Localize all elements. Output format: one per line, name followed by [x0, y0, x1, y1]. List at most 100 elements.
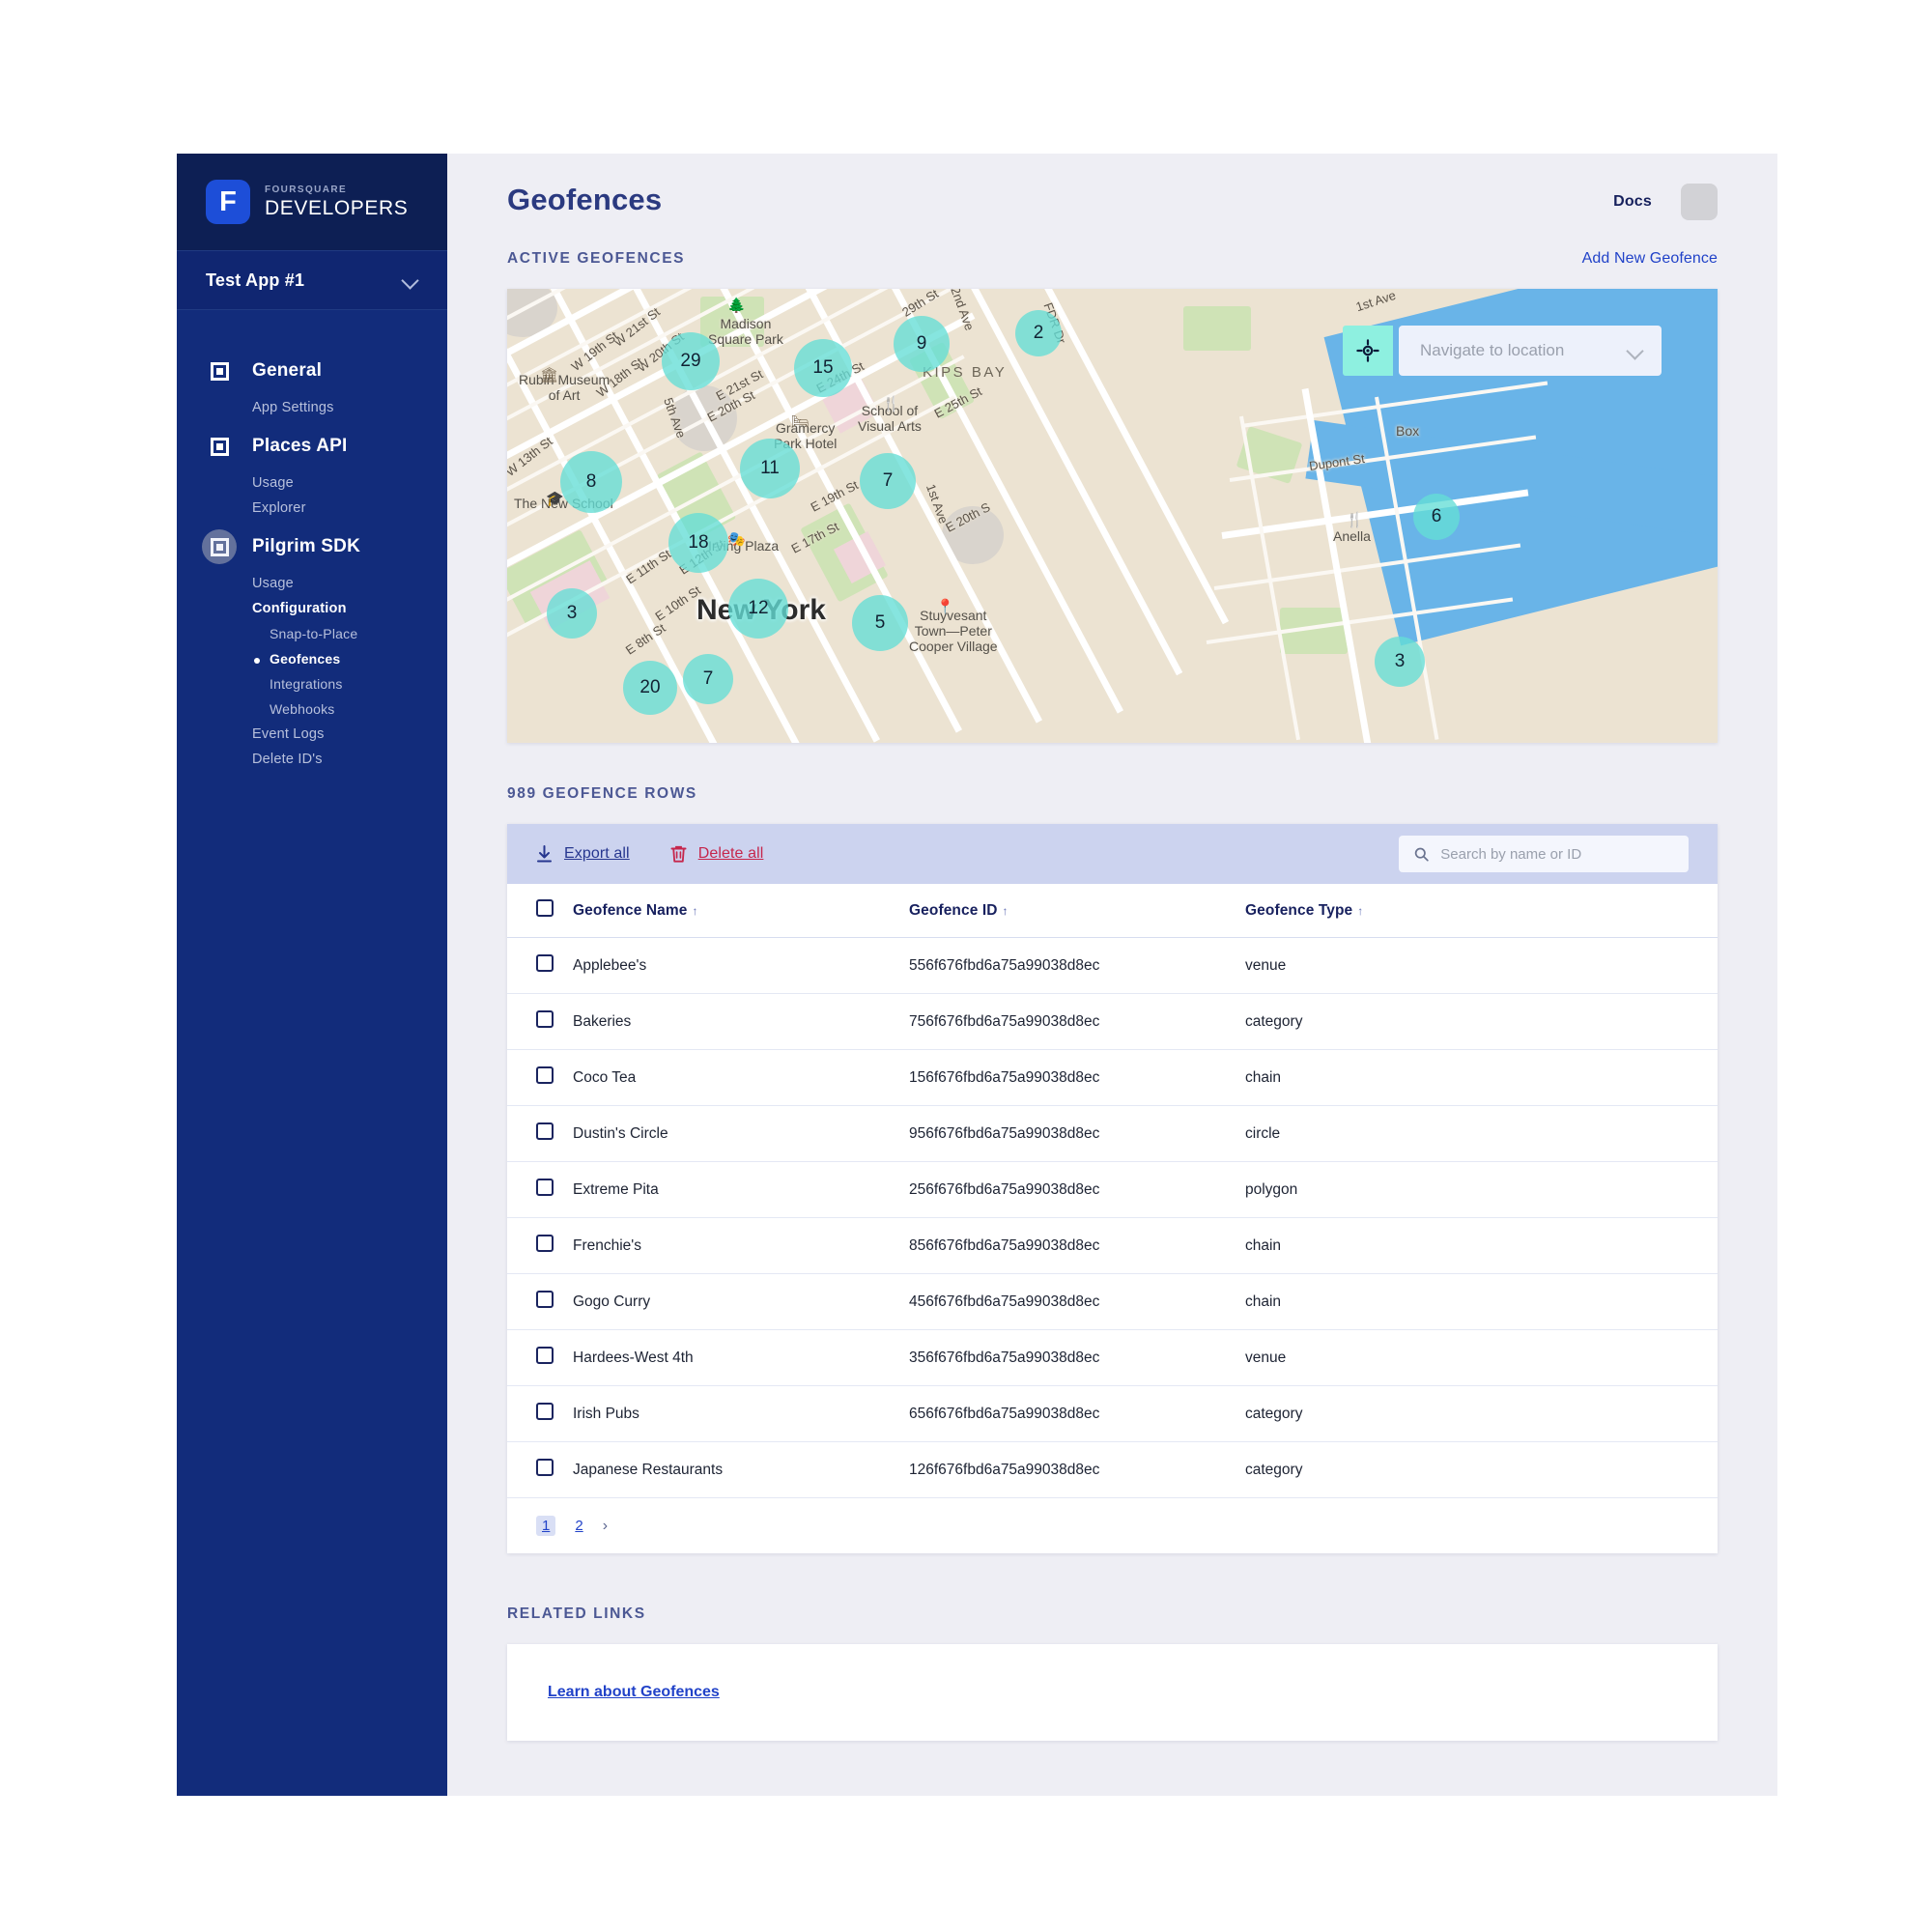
- map-cluster-marker[interactable]: 3: [1375, 637, 1425, 687]
- geofence-name-cell: Gogo Curry: [573, 1273, 909, 1330]
- sidebar-item-integrations[interactable]: Integrations: [177, 671, 447, 696]
- map-cluster-marker[interactable]: 3: [547, 588, 597, 639]
- avatar[interactable]: [1681, 184, 1718, 220]
- chevron-down-icon: [1627, 342, 1644, 359]
- row-checkbox[interactable]: [536, 1459, 554, 1476]
- nav-group-general: General App Settings: [177, 347, 447, 420]
- table-row[interactable]: Hardees-West 4th 356f676fbd6a75a99038d8ec…: [507, 1329, 1718, 1386]
- export-all-label: Export all: [564, 845, 630, 862]
- pagination-page[interactable]: 1: [536, 1516, 556, 1536]
- table-row[interactable]: Extreme Pita 256f676fbd6a75a99038d8ec poly…: [507, 1161, 1718, 1218]
- geofence-id-cell: 556f676fbd6a75a99038d8ec: [909, 937, 1245, 994]
- delete-all-button[interactable]: Delete all: [670, 845, 764, 864]
- sidebar-item-webhooks[interactable]: Webhooks: [177, 696, 447, 722]
- sidebar-item-pilgrim-sdk[interactable]: Pilgrim SDK: [177, 523, 447, 571]
- related-links-card: Learn about Geofences: [507, 1644, 1718, 1741]
- col-header-geofence-id-label: Geofence ID: [909, 901, 998, 919]
- learn-about-geofences-link[interactable]: Learn about Geofences: [548, 1684, 720, 1701]
- sidebar-item-general[interactable]: General: [177, 347, 447, 395]
- map-controls: Navigate to location: [1343, 326, 1662, 376]
- table-row[interactable]: Japanese Restaurants 126f676fbd6a75a99038…: [507, 1441, 1718, 1498]
- search-input[interactable]: [1440, 845, 1673, 863]
- map-cluster-marker[interactable]: 6: [1413, 494, 1460, 540]
- map-cluster-marker[interactable]: 18: [668, 513, 728, 573]
- related-links-label: RELATED LINKS: [507, 1605, 646, 1622]
- col-header-geofence-name[interactable]: Geofence Name ↑: [573, 884, 909, 938]
- table-body: Applebee's 556f676fbd6a75a99038d8ec venue B…: [507, 937, 1718, 1498]
- row-checkbox[interactable]: [536, 1291, 554, 1308]
- sort-arrow-icon: ↑: [692, 903, 698, 918]
- sidebar-item-configuration[interactable]: Configuration: [177, 596, 447, 621]
- restaurant-icon: 🍴: [1346, 512, 1364, 528]
- export-all-button[interactable]: Export all: [536, 844, 630, 864]
- sidebar-item-delete-ids[interactable]: Delete ID's: [177, 747, 447, 772]
- map-cluster-marker[interactable]: 7: [860, 453, 916, 509]
- table-toolbar: Export all Delete all: [507, 824, 1718, 884]
- geofence-map[interactable]: W 21st St W 20th St W 19th St W 18th St W 13…: [507, 289, 1718, 743]
- table-row[interactable]: Irish Pubs 656f676fbd6a75a99038d8ec catego…: [507, 1385, 1718, 1442]
- sidebar-item-places-api[interactable]: Places API: [177, 422, 447, 470]
- table-row[interactable]: Bakeries 756f676fbd6a75a99038d8ec category: [507, 993, 1718, 1050]
- sidebar-item-geofences[interactable]: Geofences: [177, 646, 447, 671]
- map-cluster-marker[interactable]: 20: [623, 661, 677, 715]
- brand-eyebrow: FOURSQUARE: [265, 185, 348, 195]
- geofence-type-cell: venue: [1245, 1329, 1718, 1386]
- docs-link[interactable]: Docs: [1613, 193, 1652, 211]
- map-cluster-marker[interactable]: 29: [662, 332, 720, 390]
- row-checkbox[interactable]: [536, 1010, 554, 1028]
- app-window: F FOURSQUARE DEVELOPERS Test App #1 Gene…: [177, 154, 1777, 1796]
- table-row[interactable]: Coco Tea 156f676fbd6a75a99038d8ec chain: [507, 1049, 1718, 1106]
- row-checkbox[interactable]: [536, 1347, 554, 1364]
- pagination: 1 2 ›: [507, 1498, 1718, 1553]
- sidebar-item-app-settings[interactable]: App Settings: [177, 395, 447, 420]
- map-cluster-marker[interactable]: 8: [560, 451, 622, 513]
- geofence-type-cell: category: [1245, 993, 1718, 1050]
- crosshair-icon[interactable]: [1343, 326, 1393, 376]
- map-cluster-marker[interactable]: 7: [683, 654, 733, 704]
- pagination-page[interactable]: 2: [569, 1516, 588, 1536]
- app-selector[interactable]: Test App #1: [177, 250, 447, 310]
- table-row[interactable]: Frenchie's 856f676fbd6a75a99038d8ec chain: [507, 1217, 1718, 1274]
- row-checkbox[interactable]: [536, 1066, 554, 1084]
- search-icon: [1414, 847, 1429, 862]
- chevron-down-icon: [403, 272, 418, 288]
- row-checkbox[interactable]: [536, 1179, 554, 1196]
- geofence-id-cell: 256f676fbd6a75a99038d8ec: [909, 1161, 1245, 1218]
- row-checkbox[interactable]: [536, 1403, 554, 1420]
- col-header-geofence-id[interactable]: Geofence ID ↑: [909, 884, 1245, 938]
- row-select-cell: [507, 1105, 573, 1162]
- col-header-geofence-type[interactable]: Geofence Type ↑: [1245, 884, 1718, 938]
- main-content: Docs Geofences ACTIVE GEOFENCES Add New …: [447, 154, 1777, 1796]
- table-row[interactable]: Applebee's 556f676fbd6a75a99038d8ec venue: [507, 937, 1718, 994]
- row-checkbox[interactable]: [536, 954, 554, 972]
- add-new-geofence-link[interactable]: Add New Geofence: [1582, 250, 1718, 268]
- map-cluster-marker[interactable]: 11: [740, 439, 800, 498]
- sidebar-item-snap-to-place[interactable]: Snap-to-Place: [177, 621, 447, 646]
- row-checkbox[interactable]: [536, 1235, 554, 1252]
- select-all-header: [507, 884, 573, 938]
- row-select-cell: [507, 1273, 573, 1330]
- sidebar-item-places-usage[interactable]: Usage: [177, 470, 447, 496]
- map-poi-label: Rubin Museum of Art: [519, 372, 611, 404]
- sidebar-item-places-explorer[interactable]: Explorer: [177, 496, 447, 521]
- map-cluster-marker[interactable]: 9: [894, 316, 950, 372]
- table-row[interactable]: Gogo Curry 456f676fbd6a75a99038d8ec chain: [507, 1273, 1718, 1330]
- map-cluster-marker[interactable]: 2: [1015, 310, 1062, 356]
- sidebar-item-pilgrim-usage[interactable]: Usage: [177, 571, 447, 596]
- pagination-next-icon[interactable]: ›: [603, 1518, 608, 1535]
- active-geofences-header: ACTIVE GEOFENCES Add New Geofence: [507, 250, 1718, 268]
- table-row[interactable]: Dustin's Circle 956f676fbd6a75a99038d8ec c…: [507, 1105, 1718, 1162]
- table-header-row: Geofence Name ↑ Geofence ID ↑ Geofence Typ…: [507, 884, 1718, 938]
- nav-group-pilgrim-sdk: Pilgrim SDK Usage Configuration Snap-to-…: [177, 523, 447, 772]
- square-icon: [202, 529, 237, 564]
- map-cluster-marker[interactable]: 15: [794, 339, 852, 397]
- delete-all-label: Delete all: [697, 845, 764, 862]
- map-cluster-marker[interactable]: 5: [852, 595, 908, 651]
- map-cluster-marker[interactable]: 12: [728, 579, 788, 639]
- sidebar-item-event-logs[interactable]: Event Logs: [177, 722, 447, 747]
- navigate-to-location-input[interactable]: Navigate to location: [1399, 326, 1662, 376]
- row-checkbox[interactable]: [536, 1122, 554, 1140]
- select-all-checkbox[interactable]: [536, 899, 554, 917]
- brand-header[interactable]: F FOURSQUARE DEVELOPERS: [177, 154, 447, 250]
- search-box[interactable]: [1399, 836, 1689, 872]
